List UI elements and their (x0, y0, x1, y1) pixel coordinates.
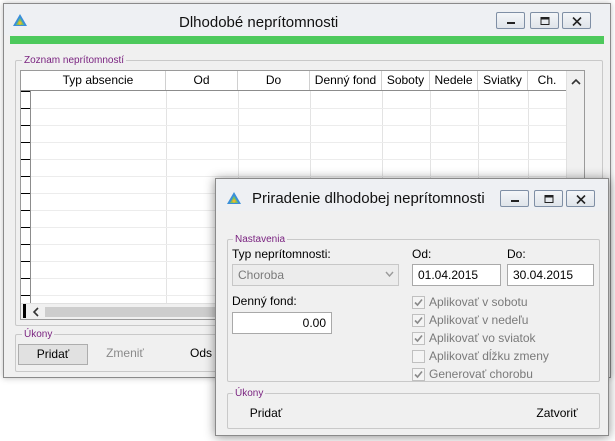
checkmark-icon (414, 316, 423, 325)
minimize-button[interactable] (496, 12, 525, 29)
apply-sunday-checkbox[interactable]: Aplikovať v nedeľu (412, 313, 592, 327)
column-header-from[interactable]: Od (166, 71, 238, 90)
column-header-saturdays[interactable]: Soboty (382, 71, 430, 90)
absence-type-value: Choroba (238, 268, 285, 282)
dialog-titlebar[interactable]: Priradenie dlhodobej neprítomnosti (216, 179, 608, 211)
app-logo-icon (227, 192, 242, 205)
dialog-actions-group-label: Úkony (233, 388, 266, 399)
close-button[interactable] (562, 12, 591, 29)
apply-saturday-label: Aplikovať v sobotu (429, 295, 528, 309)
dialog-close-action-button[interactable]: Zatvoriť (526, 404, 588, 425)
main-actions-group-label: Úkony (22, 329, 55, 340)
dialog-add-button[interactable]: Pridať (238, 404, 294, 425)
maximize-button[interactable] (530, 12, 559, 29)
app-logo-icon (13, 14, 28, 27)
column-header-ch[interactable]: Ch. (528, 71, 566, 90)
dialog-maximize-button[interactable] (534, 190, 563, 207)
daily-fund-input[interactable]: 0.00 (232, 312, 332, 334)
close-icon (576, 195, 586, 204)
apply-holiday-label: Aplikovať vo sviatok (429, 331, 536, 345)
column-header-holidays[interactable]: Sviatky (478, 71, 528, 90)
checkmark-icon (414, 334, 423, 343)
horizontal-scroll-thumb[interactable] (45, 307, 225, 317)
main-titlebar[interactable]: Dlhodobé neprítomnosti (4, 4, 610, 35)
daily-fund-label: Denný fond: (232, 294, 297, 308)
apply-holiday-checkbox[interactable]: Aplikovať vo sviatok (412, 331, 592, 345)
column-header-sundays[interactable]: Nedele (430, 71, 478, 90)
add-button[interactable]: Pridať (18, 344, 88, 365)
absence-type-label: Typ neprítomnosti: (232, 247, 331, 261)
column-header-daily-fund[interactable]: Denný fond (310, 71, 382, 90)
maximize-icon (544, 195, 554, 203)
from-date-label: Od: (412, 247, 432, 261)
apply-sunday-label: Aplikovať v nedeľu (429, 313, 529, 327)
main-window-title: Dlhodobé neprítomnosti (179, 14, 339, 31)
scroll-up-icon[interactable] (571, 78, 581, 85)
minimize-icon (507, 22, 515, 24)
generate-illness-label: Generovať chorobu (429, 367, 533, 381)
apply-shift-length-label: Aplikovať dĺžku zmeny (429, 349, 549, 363)
checkmark-icon (414, 370, 423, 379)
to-date-label: Do: (507, 247, 526, 261)
chevron-down-icon (385, 271, 394, 277)
absence-type-select[interactable]: Choroba (232, 264, 399, 286)
checkmark-icon (414, 298, 423, 307)
to-date-input[interactable]: 30.04.2015 (507, 264, 594, 286)
close-icon (572, 17, 582, 26)
table-header: Typ absencie Od Do Denný fond Soboty Ned… (21, 71, 566, 91)
dialog-title: Priradenie dlhodobej neprítomnosti (252, 190, 485, 207)
scroll-left-icon[interactable] (32, 307, 39, 317)
settings-group-label: Nastavenia (233, 234, 288, 245)
assignment-dialog: Priradenie dlhodobej neprítomnosti Nasta… (215, 178, 609, 436)
column-header-to[interactable]: Do (238, 71, 310, 90)
list-group-label: Zoznam neprítomností (22, 55, 127, 66)
apply-saturday-checkbox[interactable]: Aplikovať v sobotu (412, 295, 592, 309)
maximize-icon (540, 17, 550, 25)
status-accent-bar (10, 36, 604, 44)
dialog-minimize-button[interactable] (500, 190, 529, 207)
from-date-input[interactable]: 01.04.2015 (412, 264, 501, 286)
column-header-type[interactable]: Typ absencie (31, 71, 166, 90)
apply-shift-length-checkbox[interactable]: Aplikovať dĺžku zmeny (412, 349, 592, 363)
minimize-icon (511, 200, 519, 202)
dialog-close-button[interactable] (566, 190, 595, 207)
edit-button[interactable]: Zmeniť (90, 344, 160, 365)
generate-illness-checkbox[interactable]: Generovať chorobu (412, 367, 592, 381)
row-selector-column[interactable] (21, 71, 31, 319)
